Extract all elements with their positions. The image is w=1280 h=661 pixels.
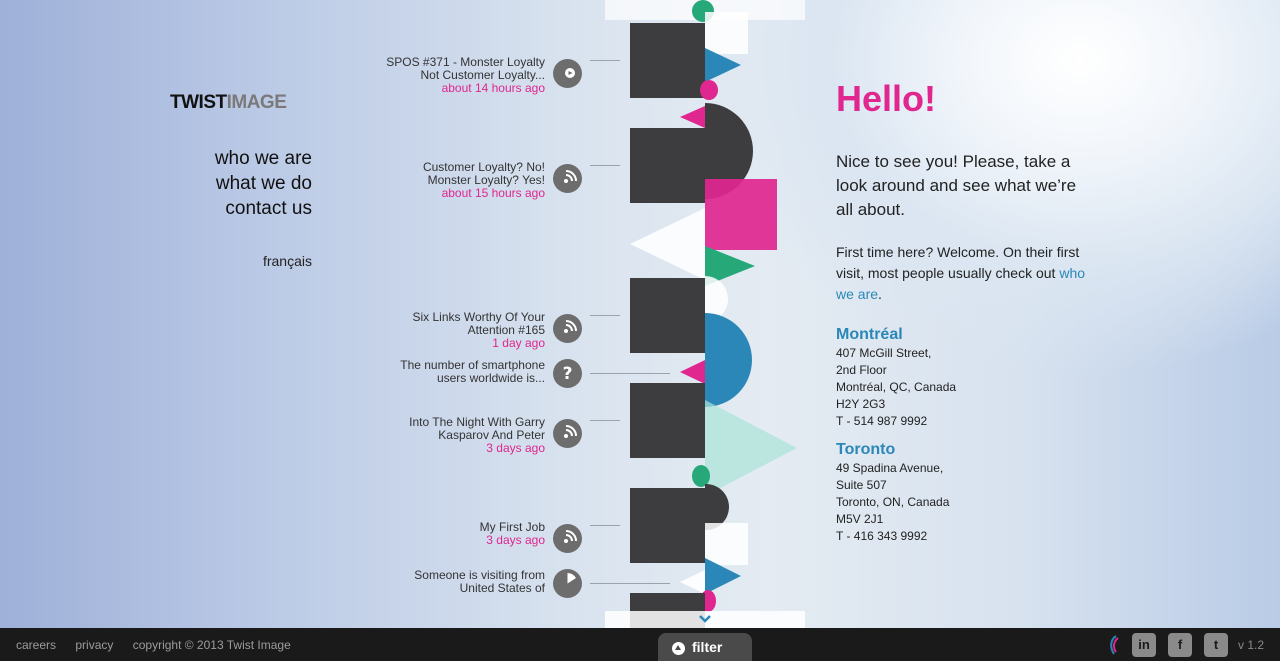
office-toronto: Toronto 49 Spadina Avenue, Suite 507 Tor… (836, 440, 949, 545)
address-line: Toronto, ON, Canada (836, 495, 950, 509)
address-line: M5V 2J1 (836, 512, 884, 526)
office-city: Toronto (836, 441, 896, 458)
nav-what-we-do[interactable]: what we do (215, 171, 312, 196)
arrow-up-icon (672, 642, 685, 655)
rss-icon (553, 314, 582, 343)
office-city: Montréal (836, 326, 903, 343)
feed-title-line: My First Job (479, 520, 545, 534)
white-triangle (630, 208, 705, 280)
feed-title-line: SPOS #371 - Monster Loyalty (386, 55, 545, 69)
feed-title-line: Customer Loyalty? No! (422, 160, 545, 174)
dark-block (630, 488, 705, 563)
connector-line (590, 525, 620, 526)
filter-label: filter (692, 639, 723, 655)
feed-title-line: Attention #165 (467, 323, 545, 337)
svg-text:?: ? (563, 364, 573, 384)
twitter-icon[interactable]: t (1204, 633, 1228, 657)
rss-icon (553, 164, 582, 193)
dark-block (630, 383, 705, 458)
dark-block (630, 23, 705, 98)
address-line: H2Y 2G3 (836, 397, 886, 411)
pink-square (705, 179, 777, 250)
blue-half-circle (705, 313, 752, 407)
welcome-intro: First time here? Welcome. On their first… (836, 242, 1096, 305)
pie-icon (553, 569, 582, 598)
careers-link[interactable]: careers (16, 638, 56, 652)
feed-time: 3 days ago (486, 441, 545, 455)
address-line: Montréal, QC, Canada (836, 380, 957, 394)
feed-title-line: Someone is visiting from (414, 568, 545, 582)
rss-icon (553, 419, 582, 448)
pink-triangle-left (680, 106, 705, 128)
white-triangle (680, 570, 705, 594)
feed-item[interactable]: Someone is visiting from United States o… (325, 569, 545, 595)
logo-part-image: IMAGE (226, 92, 287, 113)
connector-line (590, 373, 670, 374)
address-line: 407 McGill Street, (836, 346, 932, 360)
pink-dot (700, 80, 718, 100)
feed-title-line: Kasparov And Peter (438, 428, 545, 442)
connector-line (590, 420, 620, 421)
footer: careers privacy copyright © 2013 Twist I… (0, 628, 1280, 661)
scroll-down-icon[interactable] (698, 614, 712, 624)
blue-triangle (705, 558, 741, 594)
play-icon (553, 59, 582, 88)
feed-item[interactable]: Into The Night With Garry Kasparov And P… (325, 416, 545, 455)
address-line: 49 Spadina Avenue, (836, 461, 944, 475)
main-nav: who we are what we do contact us (215, 146, 312, 221)
connector-line (590, 583, 670, 584)
intro-end: . (878, 286, 882, 302)
nav-contact-us[interactable]: contact us (215, 196, 312, 221)
linkedin-icon[interactable]: in (1132, 633, 1156, 657)
mint-triangle (705, 400, 797, 496)
welcome-lead: Nice to see you! Please, take a look aro… (836, 152, 1077, 219)
footer-links: careers privacy copyright © 2013 Twist I… (16, 638, 307, 652)
feed-title-line: Six Links Worthy Of Your (412, 310, 545, 324)
feed-item[interactable]: The number of smartphone users worldwide… (325, 359, 545, 385)
feed-title-line: United States of (459, 581, 545, 595)
address-line: Suite 507 (836, 478, 887, 492)
logo-part-twist: TWIST (170, 92, 227, 113)
connector-line (590, 60, 620, 61)
phone-line: T - 514 987 9992 (836, 414, 928, 428)
phone-line: T - 416 343 9992 (836, 529, 928, 543)
timeline-shapes (600, 0, 810, 630)
rss-icon (553, 524, 582, 553)
feed-title-line: The number of smartphone (400, 358, 545, 372)
feed-time: about 14 hours ago (441, 81, 545, 95)
dark-block (630, 278, 705, 353)
feed-title-line: users worldwide is... (436, 371, 545, 385)
question-icon: ? (553, 359, 582, 388)
nav-who-we-are[interactable]: who we are (215, 146, 312, 171)
pink-triangle-left (680, 360, 705, 384)
hello-heading: Hello! (836, 78, 937, 119)
address-line: 2nd Floor (836, 363, 887, 377)
facebook-icon[interactable]: f (1168, 633, 1192, 657)
connector-line (590, 315, 620, 316)
feed-item[interactable]: Customer Loyalty? No! Monster Loyalty? Y… (325, 161, 545, 200)
feed-title-line: Not Customer Loyalty... (420, 68, 546, 82)
feed-time: about 15 hours ago (441, 186, 545, 200)
feed-title-line: Monster Loyalty? Yes! (427, 173, 545, 187)
blue-triangle (705, 48, 741, 82)
feed-time: 1 day ago (492, 336, 545, 350)
version-label: v 1.2 (1238, 638, 1265, 652)
connector-line (590, 165, 620, 166)
office-montreal: Montréal 407 McGill Street, 2nd Floor Mo… (836, 325, 956, 430)
feed-time: 3 days ago (486, 533, 545, 547)
feed-item[interactable]: My First Job 3 days ago (325, 521, 545, 547)
filter-button[interactable]: filter (658, 633, 752, 661)
copyright-text: copyright © 2013 Twist Image (132, 638, 291, 652)
language-toggle[interactable]: français (263, 253, 312, 269)
dark-block (630, 128, 705, 203)
feed-item[interactable]: SPOS #371 - Monster Loyalty Not Customer… (325, 56, 545, 95)
feed-item[interactable]: Six Links Worthy Of Your Attention #165 … (325, 311, 545, 350)
feed-title-line: Into The Night With Garry (409, 415, 545, 429)
privacy-link[interactable]: privacy (75, 638, 113, 652)
twist-swirl-icon (1110, 635, 1119, 655)
intro-text: First time here? Welcome. On their first… (836, 244, 1080, 281)
twist-image-logo[interactable]: TWISTIMAGE (170, 92, 287, 114)
